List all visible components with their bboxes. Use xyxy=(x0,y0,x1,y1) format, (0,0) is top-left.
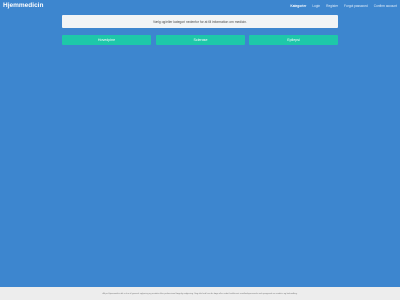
footer-text: Alt på Hjemmedicin.dk er kun til generel… xyxy=(102,292,298,295)
category-button-sclerose[interactable]: Sclerose xyxy=(156,35,245,45)
info-box: Vælg og/eller kategori nedenfor for at f… xyxy=(62,15,338,28)
footer: Alt på Hjemmedicin.dk er kun til generel… xyxy=(0,287,400,300)
page: Hjemmedicin Kategorier Login Register Fo… xyxy=(0,0,400,300)
category-button-epilepsi[interactable]: Epilepsi xyxy=(249,35,338,45)
nav-link-forgot-password[interactable]: Forgot password xyxy=(344,4,368,8)
brand-logo[interactable]: Hjemmedicin xyxy=(3,0,43,11)
nav-link-login[interactable]: Login xyxy=(312,4,320,8)
nav-link-kategorier[interactable]: Kategorier xyxy=(290,4,306,8)
category-button-hovedpine[interactable]: Hovedpine xyxy=(62,35,151,45)
nav-link-confirm-account[interactable]: Confirm account xyxy=(374,4,397,8)
nav-link-register[interactable]: Register xyxy=(326,4,338,8)
nav-links: Kategorier Login Register Forgot passwor… xyxy=(284,4,397,8)
navbar: Hjemmedicin Kategorier Login Register Fo… xyxy=(0,0,400,11)
info-text: Vælg og/eller kategori nedenfor for at f… xyxy=(152,19,247,24)
